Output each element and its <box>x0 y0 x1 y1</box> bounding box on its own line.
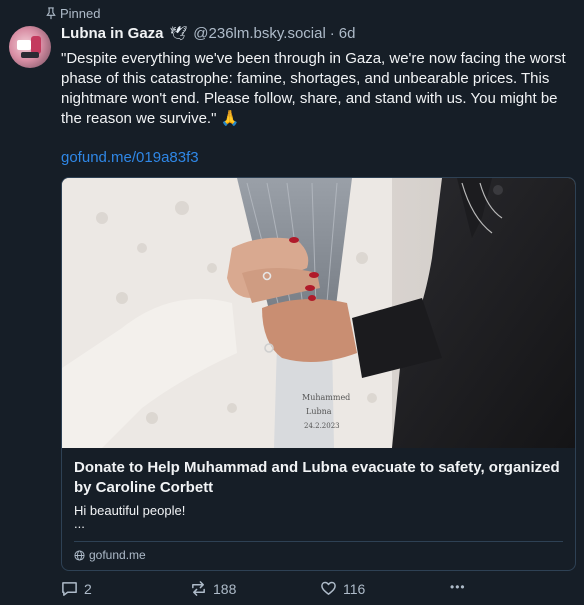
separator: · <box>329 25 335 42</box>
svg-text:Lubna: Lubna <box>306 407 332 416</box>
reply-icon <box>62 582 77 596</box>
post-time[interactable]: 6d <box>339 25 356 42</box>
post-header: Lubna in Gaza 🕊 @236lm.bsky.social · 6d <box>61 25 355 42</box>
svg-text:Muhammed: Muhammed <box>302 393 350 402</box>
pinned-indicator: Pinned <box>46 6 100 21</box>
more-icon: ••• <box>450 580 466 594</box>
link-card-ellipsis: ... <box>74 516 85 531</box>
pin-icon <box>46 7 56 20</box>
action-bar: 2 188 116 ••• <box>61 580 576 600</box>
post[interactable]: Pinned Lubna in Gaza 🕊 @236lm.bsky.socia… <box>0 0 584 605</box>
pinned-label: Pinned <box>60 6 101 21</box>
like-button[interactable]: 116 <box>320 580 365 597</box>
domain-label: gofund.me <box>89 548 146 562</box>
globe-icon <box>74 549 85 561</box>
post-link[interactable]: gofund.me/019a83f3 <box>61 149 199 166</box>
repost-icon <box>192 581 205 596</box>
svg-text:24.2.2023: 24.2.2023 <box>304 422 340 430</box>
reply-count: 2 <box>84 580 92 597</box>
link-card-description: Hi beautiful people! <box>74 503 186 518</box>
heart-icon <box>321 581 336 595</box>
author-handle[interactable]: @236lm.bsky.social <box>193 25 326 42</box>
link-card-divider <box>74 541 563 542</box>
link-card-image: Muhammed Lubna 24.2.2023 <box>62 178 575 448</box>
author-name[interactable]: Lubna in Gaza <box>61 25 164 42</box>
reply-button[interactable]: 2 <box>61 580 92 597</box>
link-card[interactable]: Muhammed Lubna 24.2.2023 Donate to Help … <box>61 177 576 571</box>
repost-button[interactable]: 188 <box>190 580 236 597</box>
more-options-button[interactable]: ••• <box>450 580 466 594</box>
repost-count: 188 <box>213 580 237 597</box>
dove-icon: 🕊 <box>169 25 188 41</box>
link-card-domain: gofund.me <box>74 548 146 562</box>
like-count: 116 <box>343 580 366 597</box>
link-card-title[interactable]: Donate to Help Muhammad and Lubna evacua… <box>74 458 566 498</box>
post-text: "Despite everything we've been through i… <box>61 50 566 127</box>
avatar[interactable] <box>9 26 51 68</box>
